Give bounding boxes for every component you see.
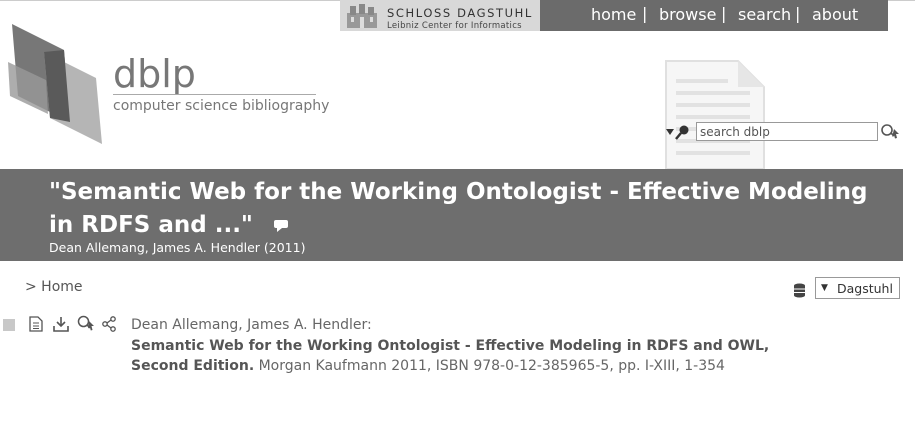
- logo-divider: [113, 94, 316, 95]
- entry-type-marker: [3, 319, 15, 331]
- entry-citation: Semantic Web for the Working Ontologist …: [131, 336, 791, 376]
- search-input[interactable]: [696, 122, 878, 141]
- mirror-selected: Dagstuhl: [837, 281, 893, 296]
- export-icon[interactable]: [53, 316, 69, 332]
- nav-separator: |: [642, 4, 648, 23]
- document-watermark-icon: [665, 60, 765, 170]
- nav-home[interactable]: home: [591, 5, 636, 24]
- dagstuhl-castle-icon: [347, 4, 377, 28]
- page-subtitle: Dean Allemang, James A. Hendler (2011): [49, 240, 306, 255]
- search-options-icon[interactable]: [665, 124, 693, 140]
- dblp-logo-icon[interactable]: [6, 22, 106, 147]
- nav-search[interactable]: search: [738, 5, 791, 24]
- entry-details: Morgan Kaufmann 2011, ISBN 978-0-12-3859…: [254, 358, 725, 374]
- share-icon[interactable]: [101, 316, 117, 332]
- dagstuhl-name: SCHLOSS DAGSTUHL: [387, 6, 533, 20]
- electronic-edition-icon[interactable]: [29, 316, 43, 332]
- dagstuhl-subtitle: Leibniz Center for Informatics: [387, 21, 522, 31]
- search-help-icon[interactable]: [880, 123, 900, 141]
- entry-authors[interactable]: Dean Allemang, James A. Hendler:: [131, 317, 372, 333]
- breadcrumb-home[interactable]: > Home: [25, 279, 83, 295]
- comment-icon[interactable]: [273, 219, 289, 233]
- search-icon[interactable]: [77, 315, 95, 332]
- page-title-text: "Semantic Web for the Working Ontologist…: [49, 179, 868, 238]
- nav-browse[interactable]: browse: [659, 5, 716, 24]
- nav-separator: |: [721, 4, 727, 23]
- logo-wordmark[interactable]: dblp: [113, 52, 196, 96]
- logo-tagline: computer science bibliography: [113, 98, 330, 114]
- page-title: "Semantic Web for the Working Ontologist…: [49, 176, 889, 242]
- nav-about[interactable]: about: [812, 5, 858, 24]
- mirror-selector[interactable]: ▼ Dagstuhl: [815, 277, 900, 299]
- database-icon: [794, 283, 805, 298]
- nav-separator: |: [795, 4, 801, 23]
- chevron-down-icon: ▼: [821, 283, 828, 293]
